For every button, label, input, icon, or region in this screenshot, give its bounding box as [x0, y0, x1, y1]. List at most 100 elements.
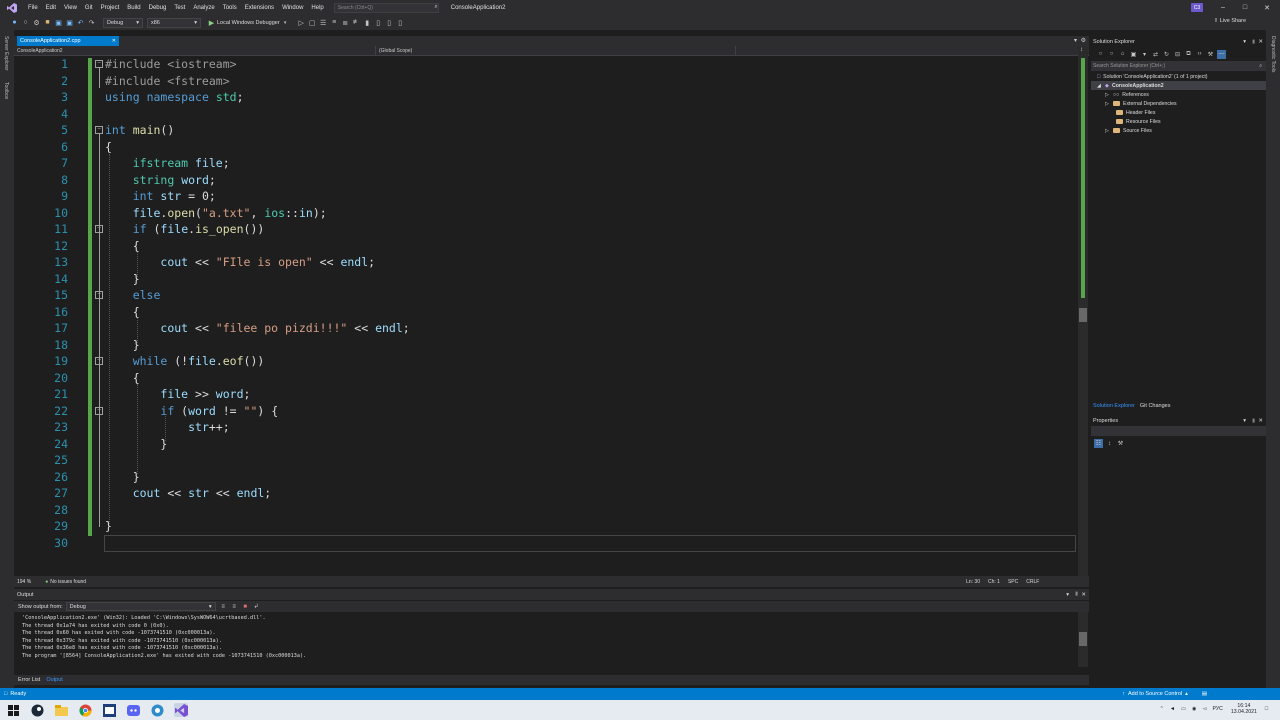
zoom-level[interactable]: 194 %: [17, 579, 31, 585]
member-dropdown[interactable]: [736, 46, 1089, 55]
redo-icon[interactable]: ↷: [87, 18, 96, 27]
code-line[interactable]: 9 int str = 0;: [14, 188, 1078, 205]
menu-file[interactable]: File: [24, 5, 42, 11]
code-line[interactable]: 28: [14, 502, 1078, 519]
close-tab-icon[interactable]: ✕: [112, 38, 116, 44]
code-line[interactable]: 18 }: [14, 337, 1078, 354]
menu-analyze[interactable]: Analyze: [189, 5, 218, 11]
bookmark-icon[interactable]: ▮: [363, 18, 372, 27]
home-icon[interactable]: ⌂: [1118, 50, 1127, 59]
menu-project[interactable]: Project: [97, 5, 124, 11]
tab-git-changes[interactable]: Git Changes: [1140, 403, 1171, 409]
preview-icon[interactable]: —: [1217, 49, 1226, 59]
prev-message-icon[interactable]: ≡: [230, 602, 239, 611]
code-line[interactable]: 21 file >> word;: [14, 386, 1078, 403]
network-app-icon[interactable]: [150, 703, 164, 717]
bookmark-clear-icon[interactable]: ▯: [396, 18, 405, 27]
windows-start-icon[interactable]: [6, 703, 20, 717]
pending-changes-icon[interactable]: ▾: [1140, 50, 1149, 59]
keyboard-language[interactable]: РУС: [1213, 706, 1223, 712]
find-message-icon[interactable]: ≡: [219, 602, 228, 611]
menu-git[interactable]: Git: [81, 5, 97, 11]
properties-object-selector[interactable]: [1091, 426, 1266, 436]
line-indicator[interactable]: Ln: 30: [966, 579, 980, 585]
code-line[interactable]: 26 }: [14, 469, 1078, 486]
diagnostic-tools-tab[interactable]: Diagnostic Tools: [1270, 36, 1276, 72]
code-line[interactable]: 8 string word;: [14, 172, 1078, 189]
project-dropdown[interactable]: ConsoleApplication2: [14, 46, 376, 55]
solution-search-input[interactable]: Search Solution Explorer (Ctrl+;) ⌕: [1091, 61, 1266, 71]
back-icon[interactable]: ●: [10, 18, 19, 27]
action-center-icon[interactable]: □: [1265, 706, 1268, 712]
chevron-up-icon[interactable]: ▴: [1185, 691, 1188, 697]
save-all-icon[interactable]: ▣: [65, 18, 74, 27]
issues-status[interactable]: No issues found: [50, 579, 86, 585]
word-wrap-icon[interactable]: ↲: [252, 602, 261, 611]
menu-view[interactable]: View: [60, 5, 81, 11]
clock[interactable]: 16:14 13.04.2021: [1231, 703, 1257, 715]
code-line[interactable]: 23 str++;: [14, 419, 1078, 436]
code-line[interactable]: 29}: [14, 518, 1078, 535]
menu-debug[interactable]: Debug: [145, 5, 171, 11]
close-panel-icon[interactable]: ✕: [1081, 592, 1086, 598]
pin-icon[interactable]: ⫫: [1252, 418, 1255, 425]
tree-item-external-dependencies[interactable]: ▷ External Dependencies: [1091, 99, 1266, 108]
attach-icon[interactable]: ▷: [297, 18, 306, 27]
show-all-files-icon[interactable]: ⧉: [1184, 50, 1193, 59]
user-avatar[interactable]: C3: [1191, 3, 1203, 12]
switch-views-icon[interactable]: ▣: [1129, 50, 1138, 59]
code-line[interactable]: 22 if (word != "") {: [14, 403, 1078, 420]
code-line[interactable]: 5 int main(): [14, 122, 1078, 139]
editor-vertical-scrollbar[interactable]: ↕: [1078, 46, 1088, 576]
split-icon[interactable]: ↕: [1080, 47, 1083, 53]
code-line[interactable]: 4: [14, 106, 1078, 123]
minimize-button[interactable]: –: [1212, 0, 1234, 15]
pin-icon[interactable]: ⫫: [1075, 591, 1078, 598]
search-input[interactable]: Search (Ctrl+Q) ⌕: [333, 2, 439, 13]
panel-menu-icon[interactable]: ▾: [1243, 418, 1246, 424]
bookmark-prev-icon[interactable]: ▯: [374, 18, 383, 27]
maximize-button[interactable]: □: [1234, 0, 1256, 15]
tree-project[interactable]: ◢ ◆ ConsoleApplication2: [1091, 81, 1266, 90]
live-share-button[interactable]: ⇧ Live Share: [1214, 18, 1246, 24]
code-line[interactable]: 27 cout << str << endl;: [14, 485, 1078, 502]
refresh-icon[interactable]: ↻: [1162, 50, 1171, 59]
menu-window[interactable]: Window: [278, 5, 307, 11]
uncomment-icon[interactable]: ≢: [352, 18, 361, 27]
tab-output[interactable]: Output: [46, 677, 63, 683]
forward-icon[interactable]: ○: [21, 18, 30, 27]
visual-studio-taskbar-icon[interactable]: [174, 703, 188, 717]
line-ending-indicator[interactable]: CRLF: [1026, 579, 1039, 585]
add-to-source-control-button[interactable]: Add to Source Control: [1128, 691, 1182, 697]
configuration-dropdown[interactable]: Debug ▾: [103, 17, 143, 28]
code-line[interactable]: 24 }: [14, 436, 1078, 453]
code-line[interactable]: 16 {: [14, 304, 1078, 321]
steam-icon[interactable]: [30, 703, 44, 717]
code-line[interactable]: 15 else: [14, 287, 1078, 304]
code-line[interactable]: 10 file.open("a.txt", ios::in);: [14, 205, 1078, 222]
code-line[interactable]: 1 #include <iostream>: [14, 56, 1078, 73]
server-explorer-tab[interactable]: Server Explorer: [3, 36, 9, 71]
file-explorer-icon[interactable]: [54, 703, 68, 717]
play-icon[interactable]: ▶: [207, 18, 216, 27]
scope-dropdown[interactable]: (Global Scope): [376, 46, 736, 55]
save-icon[interactable]: ▣: [54, 18, 63, 27]
discord-icon[interactable]: [126, 703, 140, 717]
back-icon[interactable]: ○: [1096, 50, 1105, 59]
menu-extensions[interactable]: Extensions: [241, 5, 278, 11]
panel-menu-icon[interactable]: ▾: [1243, 39, 1246, 45]
property-pages-icon[interactable]: ⚒: [1116, 439, 1125, 448]
code-line[interactable]: 25: [14, 452, 1078, 469]
platform-dropdown[interactable]: x86 ▾: [147, 17, 201, 28]
code-line[interactable]: 3 using namespace std;: [14, 89, 1078, 106]
code-line[interactable]: 11 if (file.is_open()): [14, 221, 1078, 238]
tree-item-source-files[interactable]: ▷ Source Files: [1091, 126, 1266, 135]
code-line[interactable]: 14 }: [14, 271, 1078, 288]
code-line[interactable]: 13 cout << "FIle is open" << endl;: [14, 254, 1078, 271]
menu-edit[interactable]: Edit: [42, 5, 60, 11]
tree-item-resource-files[interactable]: Resource Files: [1091, 117, 1266, 126]
browse-icon[interactable]: ▢: [308, 18, 317, 27]
properties-wrench-icon[interactable]: ⚒: [1206, 50, 1215, 59]
menu-help[interactable]: Help: [307, 5, 327, 11]
pin-icon[interactable]: ⫫: [1252, 39, 1255, 46]
